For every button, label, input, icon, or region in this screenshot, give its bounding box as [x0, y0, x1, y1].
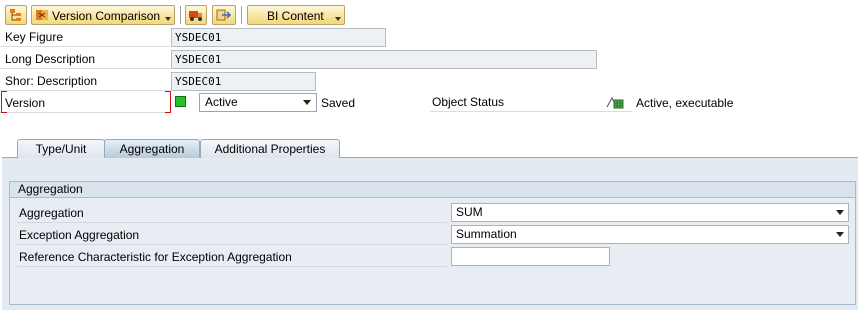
truck-icon — [189, 11, 202, 21]
aggregation-dropdown-value: SUM — [456, 205, 483, 219]
aggregation-label: Aggregation — [17, 203, 447, 223]
chevron-down-icon — [165, 17, 171, 21]
version-status-light-icon — [175, 96, 186, 107]
chevron-down-icon — [836, 210, 844, 215]
reference-characteristic-label: Reference Characteristic for Exception A… — [17, 247, 447, 267]
short-description-field[interactable]: YSDEC01 — [171, 72, 316, 91]
transport-button[interactable] — [185, 5, 207, 25]
key-figure-label: Key Figure — [0, 27, 170, 47]
toolbar-divider — [180, 6, 181, 24]
long-description-label: Long Description — [0, 49, 170, 69]
exception-aggregation-label: Exception Aggregation — [17, 225, 447, 245]
tab-type-unit[interactable]: Type/Unit — [17, 139, 105, 158]
version-dropdown[interactable]: Active — [199, 93, 317, 112]
bi-content-button[interactable]: BI Content — [247, 5, 345, 25]
object-status-value: Active, executable — [636, 96, 734, 110]
version-comparison-button[interactable]: Version Comparison — [31, 5, 175, 25]
hierarchy-toggle-button[interactable] — [5, 5, 27, 25]
object-status-icon — [606, 96, 624, 109]
aggregation-group-title: Aggregation — [10, 182, 855, 198]
tab-additional-properties[interactable]: Additional Properties — [200, 139, 340, 158]
object-status-label: Object Status — [430, 95, 632, 112]
aggregation-dropdown[interactable]: SUM — [451, 203, 849, 222]
tab-aggregation[interactable]: Aggregation — [104, 139, 200, 158]
hierarchy-icon — [10, 9, 21, 21]
bi-content-label: BI Content — [267, 9, 324, 23]
exception-aggregation-dropdown[interactable]: Summation — [451, 225, 849, 244]
export-button[interactable] — [212, 5, 236, 25]
chevron-down-icon — [303, 100, 311, 105]
required-marker — [1, 91, 7, 113]
chevron-down-icon — [836, 232, 844, 237]
version-saved-text: Saved — [321, 96, 356, 110]
reference-characteristic-input[interactable] — [451, 247, 610, 266]
export-icon — [216, 9, 232, 21]
version-label: Version — [0, 93, 170, 113]
key-figure-field[interactable]: YSDEC01 — [171, 28, 386, 47]
required-marker — [165, 91, 171, 113]
version-dropdown-value: Active — [205, 95, 238, 109]
toolbar-divider — [241, 6, 242, 24]
short-description-label: Shor: Description — [0, 71, 170, 91]
chevron-down-icon — [335, 17, 341, 21]
exception-aggregation-dropdown-value: Summation — [456, 227, 517, 241]
long-description-field[interactable]: YSDEC01 — [171, 50, 597, 69]
version-compare-icon — [36, 10, 48, 20]
version-comparison-label: Version Comparison — [52, 9, 161, 23]
